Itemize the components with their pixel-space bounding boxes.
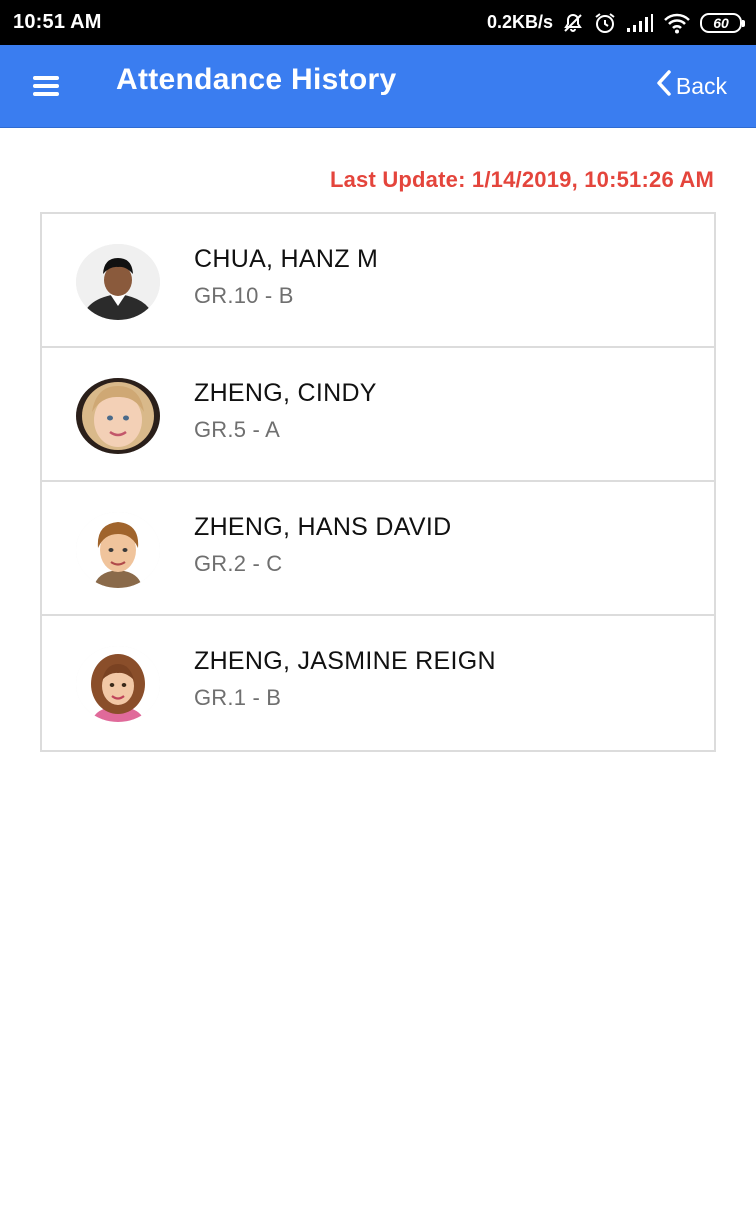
student-name: CHUA, HANZ M [194, 245, 379, 273]
student-item[interactable]: ZHENG, HANS DAVID GR.2 - C [42, 482, 714, 616]
menu-button[interactable] [31, 73, 61, 99]
hamburger-icon-line [33, 84, 59, 88]
app-bar: Attendance History Back [0, 45, 756, 128]
back-label: Back [675, 72, 727, 99]
student-name: ZHENG, HANS DAVID [194, 513, 452, 541]
mute-icon [562, 12, 584, 34]
student-name: ZHENG, CINDY [194, 379, 377, 407]
student-grade: GR.1 - B [194, 685, 282, 710]
student-name: ZHENG, JASMINE REIGN [194, 647, 496, 675]
signal-icon [626, 13, 654, 33]
hamburger-icon-line [33, 92, 59, 96]
network-speed: 0.2KB/s [486, 12, 553, 32]
alarm-icon [593, 12, 617, 34]
page-title: Attendance History [116, 63, 397, 96]
battery-icon: 60 [700, 12, 745, 33]
avatar [76, 646, 160, 722]
student-grade: GR.2 - C [194, 551, 283, 576]
hamburger-icon-line [33, 76, 59, 80]
avatar [76, 512, 160, 588]
student-grade: GR.10 - B [194, 283, 294, 308]
avatar [76, 378, 160, 454]
student-grade: GR.5 - A [194, 417, 280, 442]
last-update-text: Last Update: 1/14/2019, 10:51:26 AM [329, 167, 714, 192]
back-button[interactable]: Back [654, 69, 727, 103]
status-bar: 10:51 AM 0.2KB/s 60 [0, 0, 756, 45]
chevron-left-icon [654, 69, 674, 103]
student-item[interactable]: ZHENG, JASMINE REIGN GR.1 - B [42, 616, 714, 750]
student-item[interactable]: CHUA, HANZ M GR.10 - B [42, 214, 714, 348]
status-icons: 0.2KB/s 60 [486, 12, 745, 34]
wifi-icon [663, 12, 691, 34]
avatar [76, 244, 160, 320]
student-item[interactable]: ZHENG, CINDY GR.5 - A [42, 348, 714, 482]
student-list: CHUA, HANZ M GR.10 - B ZHENG, CINDY GR.5… [40, 212, 716, 752]
status-time: 10:51 AM [13, 11, 102, 33]
